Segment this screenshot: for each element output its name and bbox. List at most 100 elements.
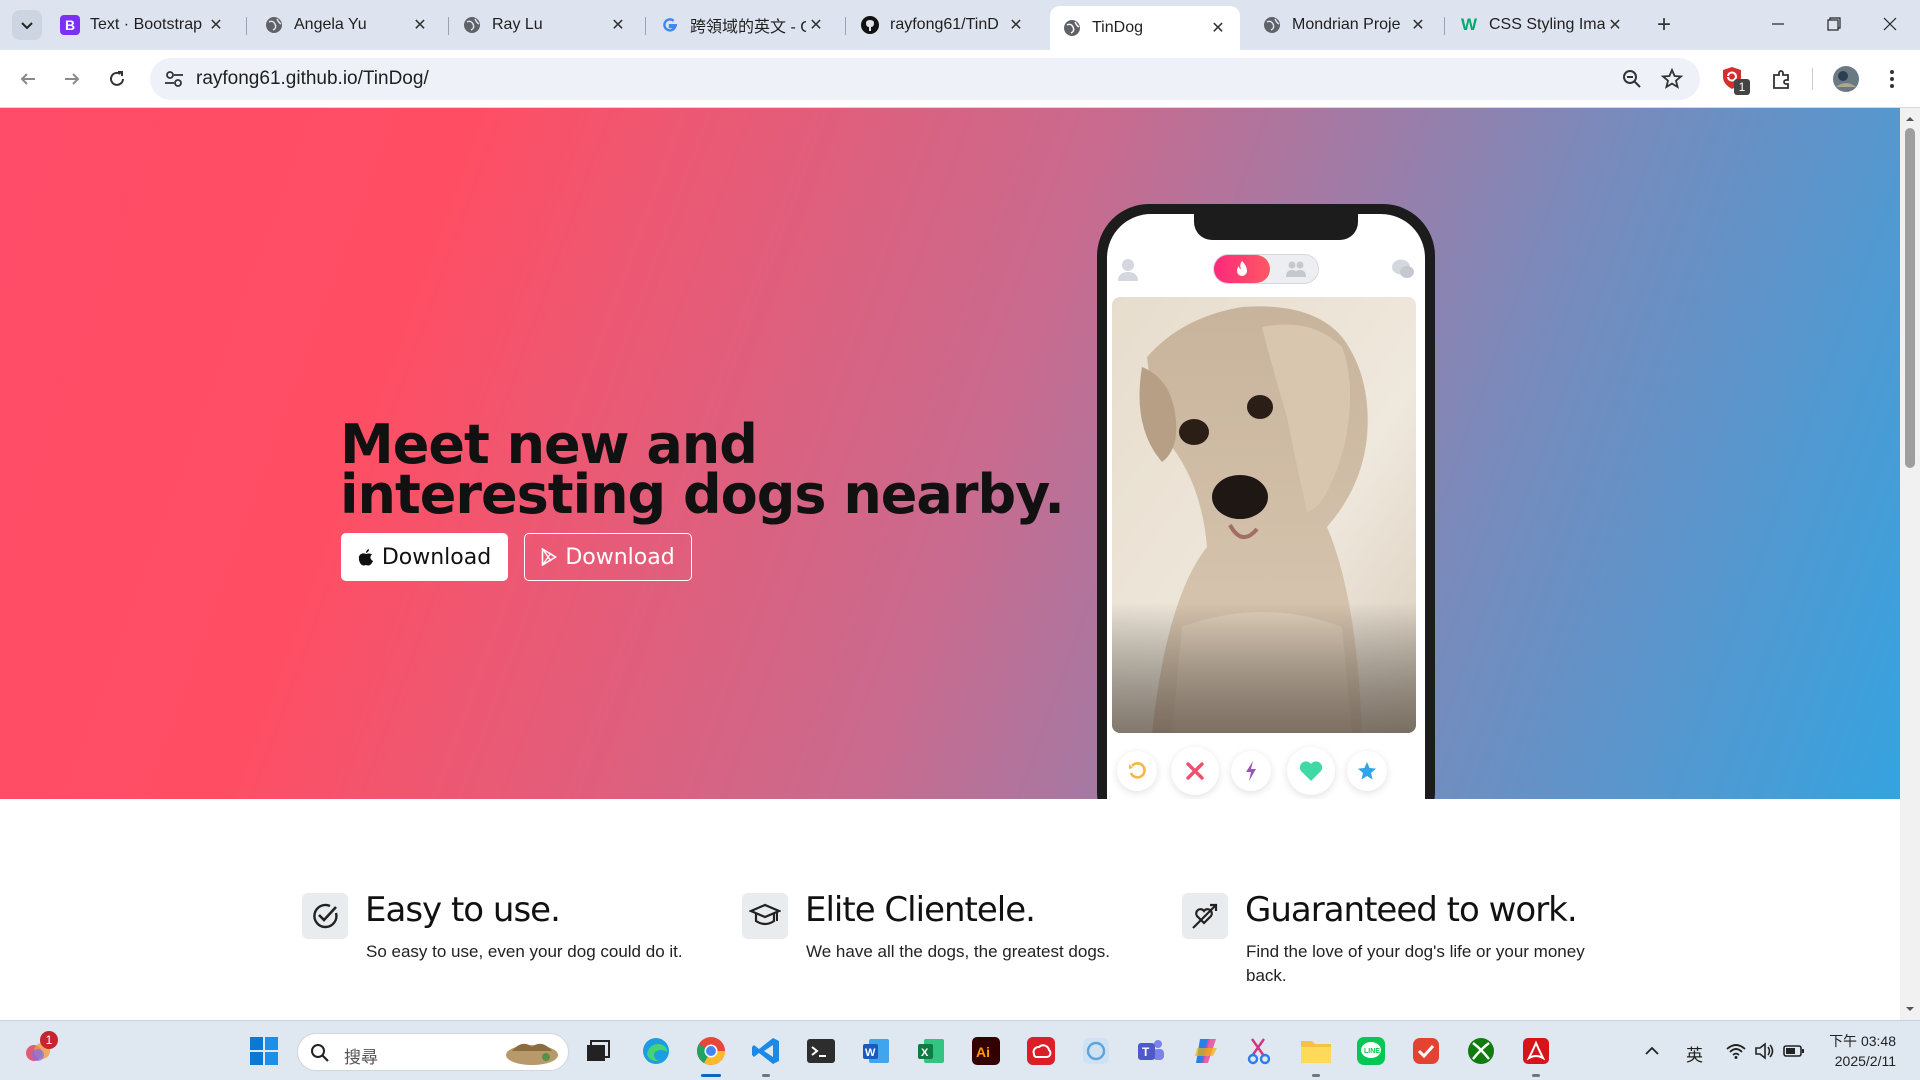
taskbar-todoist[interactable] bbox=[1408, 1033, 1444, 1069]
group-icon bbox=[1284, 260, 1308, 283]
snipping-tool-icon bbox=[1247, 1038, 1271, 1065]
tab-ray-lu[interactable]: Ray Lu ✕ bbox=[450, 8, 640, 42]
minimize-button[interactable] bbox=[1750, 0, 1806, 48]
scrollbar-thumb[interactable] bbox=[1905, 128, 1915, 468]
tab-mondrian[interactable]: Mondrian Proje ✕ bbox=[1250, 8, 1440, 42]
swipe-actions bbox=[1107, 747, 1425, 799]
extensions-menu-button[interactable] bbox=[1766, 63, 1798, 95]
browser-menu-button[interactable] bbox=[1876, 63, 1908, 95]
url-text[interactable]: rayfong61.github.io/TinDog/ bbox=[196, 68, 429, 90]
widgets-button[interactable]: 1 bbox=[20, 1031, 58, 1069]
tab-search-button[interactable] bbox=[12, 10, 42, 40]
taskbar-terminal[interactable] bbox=[803, 1033, 839, 1069]
restore-icon bbox=[1827, 17, 1841, 31]
feature-title: Easy to use. bbox=[365, 890, 561, 930]
search-highlight-icon bbox=[506, 1043, 558, 1065]
minimize-icon bbox=[1772, 23, 1784, 25]
extension-button[interactable]: 1 bbox=[1718, 63, 1750, 95]
site-settings-icon[interactable] bbox=[162, 67, 186, 91]
tab-github[interactable]: rayfong61/TinD ✕ bbox=[848, 8, 1038, 42]
clock-date: 2025/2/11 bbox=[1834, 1053, 1896, 1069]
download-google-button[interactable]: Download bbox=[524, 533, 692, 581]
taskbar-chrome[interactable] bbox=[693, 1033, 729, 1077]
scroll-up-icon[interactable] bbox=[1905, 114, 1915, 124]
puzzle-icon bbox=[1773, 70, 1789, 89]
feature-text: So easy to use, even your dog could do i… bbox=[366, 942, 683, 961]
tab-google-search[interactable]: 跨領域的英文 - G ✕ bbox=[648, 8, 838, 42]
close-icon[interactable]: ✕ bbox=[1006, 15, 1026, 35]
task-view-button[interactable] bbox=[580, 1033, 616, 1069]
w3-icon: W bbox=[1460, 15, 1478, 34]
svg-text:X: X bbox=[921, 1047, 929, 1059]
taskbar-teams[interactable]: T bbox=[1133, 1033, 1169, 1069]
tab-title: Ray Lu bbox=[492, 16, 543, 33]
user-icon bbox=[1118, 259, 1138, 281]
close-icon[interactable]: ✕ bbox=[1605, 15, 1625, 35]
line-icon: LINE bbox=[1357, 1037, 1385, 1065]
tab-tindog[interactable]: TinDog ✕ bbox=[1050, 6, 1240, 50]
reload-button[interactable] bbox=[101, 63, 133, 95]
tab-css-styling[interactable]: W CSS Styling Ima ✕ bbox=[1447, 8, 1637, 42]
edge-icon bbox=[643, 1038, 669, 1064]
taskbar-photos[interactable] bbox=[1078, 1033, 1114, 1069]
system-clock[interactable]: 下午 03:48 2025/2/11 bbox=[1826, 1031, 1896, 1071]
taskbar-excel[interactable]: X bbox=[913, 1033, 949, 1069]
address-bar[interactable]: rayfong61.github.io/TinDog/ bbox=[150, 58, 1700, 100]
hero-section: Meet new and interesting dogs nearby. Do… bbox=[0, 108, 1900, 799]
wifi-icon bbox=[1726, 1044, 1746, 1059]
taskbar-creative-cloud[interactable] bbox=[1023, 1033, 1059, 1069]
feature-title: Guaranteed to work. bbox=[1245, 890, 1578, 930]
volume-button[interactable] bbox=[1750, 1033, 1778, 1069]
boost-icon bbox=[1231, 751, 1271, 791]
github-icon bbox=[860, 15, 880, 35]
tab-angela-yu[interactable]: Angela Yu ✕ bbox=[252, 8, 442, 42]
taskbar-snipping-tool[interactable] bbox=[1243, 1033, 1279, 1069]
close-icon[interactable]: ✕ bbox=[410, 15, 430, 35]
bookmark-star-icon[interactable] bbox=[1660, 67, 1684, 91]
profile-avatar[interactable] bbox=[1830, 63, 1862, 95]
scroll-down-icon[interactable] bbox=[1905, 1004, 1915, 1014]
taskbar-vscode[interactable] bbox=[748, 1033, 784, 1077]
feature-text: Find the love of your dog's life or your… bbox=[1246, 942, 1585, 985]
taskbar-word[interactable]: W bbox=[858, 1033, 894, 1069]
heart-arrow-icon bbox=[1182, 893, 1228, 939]
phone-screen bbox=[1107, 214, 1425, 799]
forward-button[interactable] bbox=[56, 63, 88, 95]
download-apple-button[interactable]: Download bbox=[341, 533, 508, 581]
new-tab-button[interactable]: + bbox=[1650, 12, 1678, 40]
taskbar-acrobat[interactable] bbox=[1518, 1033, 1554, 1077]
more-vertical-icon bbox=[1890, 70, 1894, 88]
close-icon[interactable]: ✕ bbox=[1408, 15, 1428, 35]
network-button[interactable] bbox=[1722, 1033, 1750, 1069]
taskbar-file-explorer[interactable] bbox=[1298, 1033, 1334, 1077]
download-google-label: Download bbox=[565, 544, 675, 570]
close-icon[interactable]: ✕ bbox=[206, 15, 226, 35]
hero-headline: Meet new and interesting dogs nearby. bbox=[340, 418, 1065, 522]
extension-badge: 1 bbox=[1734, 79, 1750, 95]
chat-icon bbox=[1392, 259, 1414, 278]
restore-button[interactable] bbox=[1806, 0, 1862, 48]
back-button[interactable] bbox=[12, 63, 44, 95]
taskbar-illustrator[interactable]: Ai bbox=[968, 1033, 1004, 1069]
taskbar-search[interactable]: 搜尋 bbox=[297, 1033, 569, 1071]
arrow-right-icon bbox=[65, 73, 80, 85]
battery-button[interactable] bbox=[1780, 1033, 1808, 1069]
taskbar-line[interactable]: LINE bbox=[1353, 1033, 1389, 1069]
apple-icon bbox=[358, 549, 373, 566]
feature-text: We have all the dogs, the greatest dogs. bbox=[806, 942, 1110, 961]
close-icon[interactable]: ✕ bbox=[806, 15, 826, 35]
taskbar-xbox[interactable] bbox=[1463, 1033, 1499, 1069]
close-icon[interactable]: ✕ bbox=[1208, 18, 1228, 38]
taskbar-copilot[interactable] bbox=[1188, 1033, 1224, 1069]
taskbar-edge[interactable] bbox=[638, 1033, 674, 1069]
start-button[interactable] bbox=[246, 1033, 282, 1069]
zoom-icon[interactable] bbox=[1620, 67, 1644, 91]
close-window-button[interactable] bbox=[1862, 0, 1918, 48]
show-hidden-icons-button[interactable] bbox=[1638, 1033, 1666, 1069]
page-scrollbar[interactable] bbox=[1900, 108, 1920, 1020]
browser-toolbar: rayfong61.github.io/TinDog/ 1 bbox=[0, 50, 1920, 108]
close-icon[interactable]: ✕ bbox=[608, 15, 628, 35]
super-like-icon bbox=[1347, 751, 1387, 791]
tab-bootstrap[interactable]: B Text · Bootstrap ✕ bbox=[48, 8, 238, 42]
ime-indicator[interactable]: 英 bbox=[1686, 1041, 1703, 1066]
